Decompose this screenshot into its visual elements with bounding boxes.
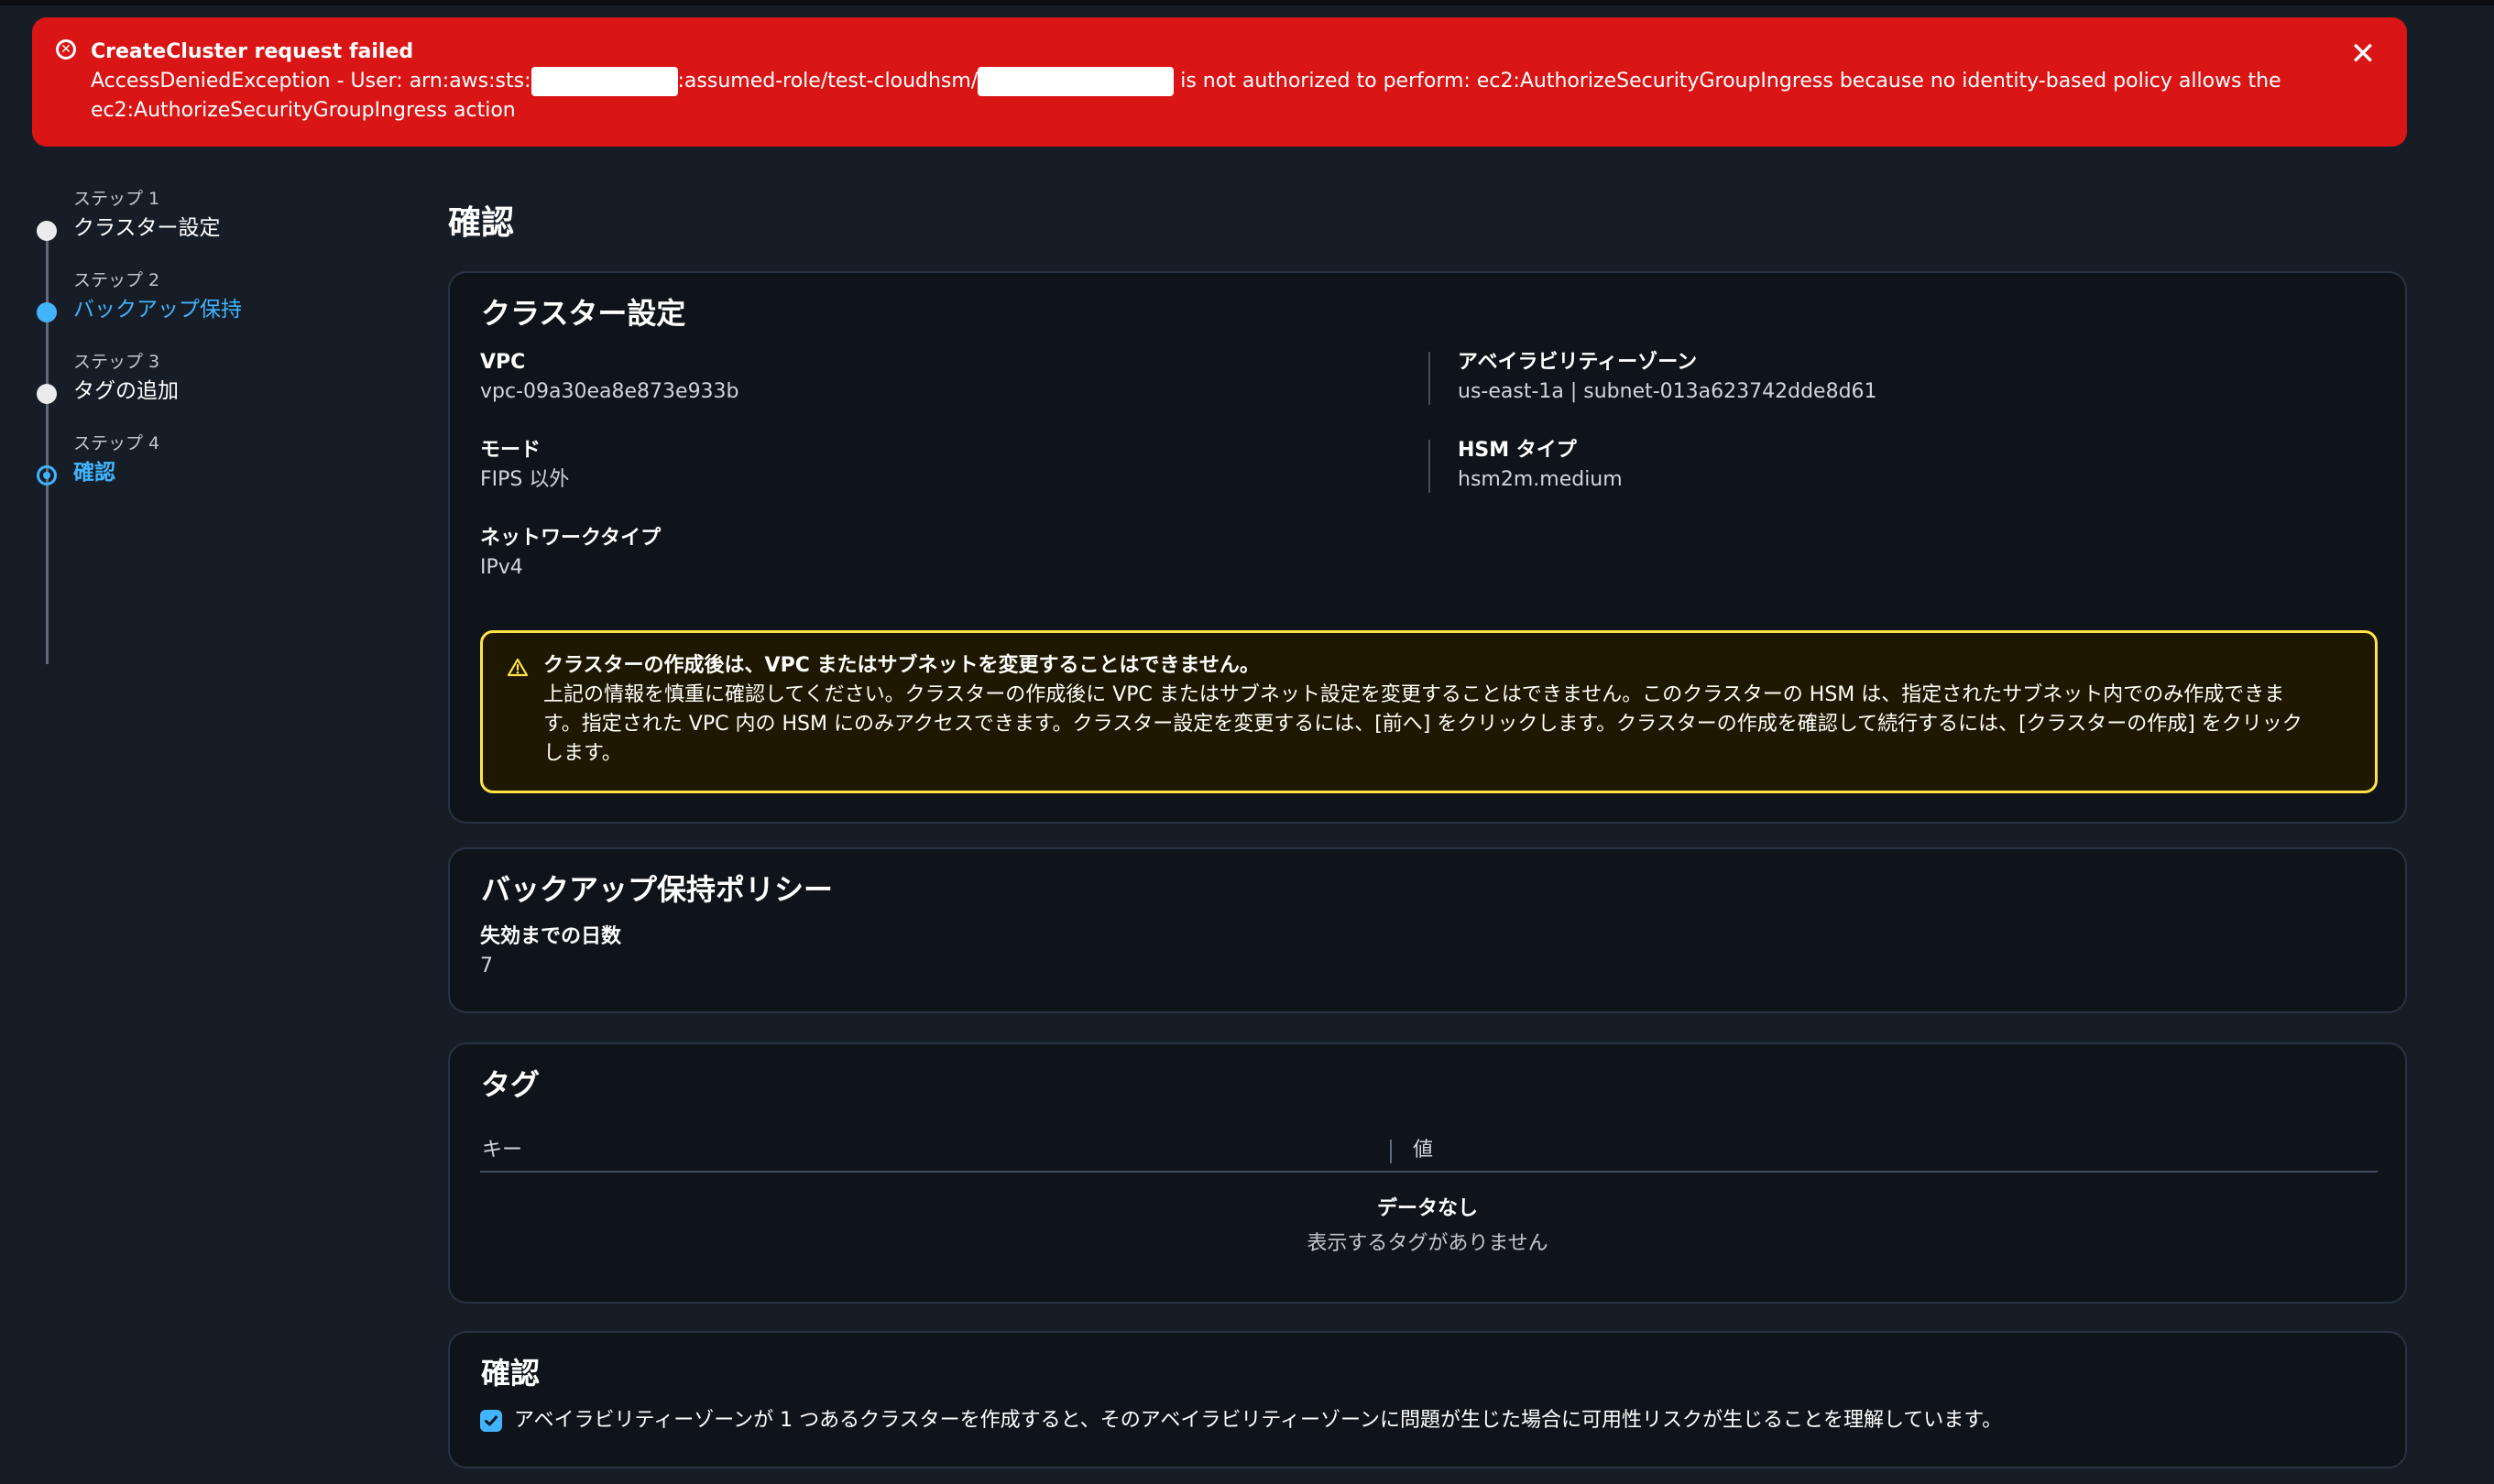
step-label: ステップ 3 (73, 352, 160, 372)
error-icon: ✕ (56, 39, 76, 60)
tags-column-key: キー (482, 1139, 523, 1162)
mode-label: モード (480, 439, 541, 462)
check-icon (485, 1415, 498, 1426)
step-3[interactable]: ステップ 3 タグの追加 (31, 351, 361, 415)
vpc-field: VPC vpc-09a30ea8e873e933b (480, 348, 739, 407)
error-flashbar: ✕ CreateCluster request failed AccessDen… (32, 17, 2407, 147)
vpc-value: vpc-09a30ea8e873e933b (480, 380, 739, 403)
flash-message: AccessDeniedException - User: arn:aws:st… (91, 67, 2385, 96)
step-label: ステップ 2 (73, 270, 160, 290)
acknowledge-checkbox[interactable] (480, 1410, 502, 1432)
flash-message-part3: is not authorized to perform: ec2:Author… (1174, 70, 2281, 93)
top-bar (0, 0, 2494, 5)
step-4: ステップ 4 確認 (31, 432, 361, 496)
backup-retention-title: バックアップ保持ポリシー (481, 872, 834, 907)
step-name[interactable]: クラスター設定 (73, 213, 221, 243)
network-type-label: ネットワークタイプ (480, 527, 662, 550)
close-icon[interactable]: ✕ (2346, 38, 2379, 71)
warning-body-line2: す。指定された VPC 内の HSM にのみアクセスできます。クラスター設定を変… (543, 713, 2303, 736)
empty-state-description: 表示するタグがありません (1307, 1232, 1548, 1255)
acknowledge-label[interactable]: アベイラビリティーゾーンが 1 つあるクラスターを作成すると、そのアベイラビリテ… (514, 1406, 2002, 1435)
step-label: ステップ 4 (73, 433, 160, 453)
availability-zone-field: アベイラビリティーゾーン us-east-1a | subnet-013a623… (1458, 348, 1877, 407)
warning-icon (507, 658, 529, 677)
days-until-expiry-value: 7 (480, 955, 493, 977)
redacted-session-name (978, 67, 1175, 96)
step-name: 確認 (73, 461, 115, 485)
page-title: 確認 (448, 204, 515, 242)
column-resize-divider[interactable] (1390, 1140, 1392, 1163)
hsm-type-label: HSM タイプ (1458, 439, 1577, 462)
step-status-dot (37, 384, 57, 404)
empty-state-title: データなし (1376, 1197, 1478, 1220)
tags-column-value: 値 (1413, 1139, 1434, 1162)
network-type-field: ネットワークタイプ IPv4 (480, 524, 661, 583)
flash-message-part2: :assumed-role/test-cloudhsm/ (677, 70, 979, 93)
tags-card: タグ キー 値 データなし 表示するタグがありません (448, 1042, 2407, 1304)
warning-title: クラスターの作成後は、VPC またはサブネットを変更することはできません。 (543, 654, 1260, 677)
step-1[interactable]: ステップ 1 クラスター設定 (31, 188, 361, 252)
acknowledgement-title: 確認 (481, 1356, 541, 1391)
cluster-settings-title: クラスター設定 (481, 296, 686, 331)
cluster-settings-card: クラスター設定 VPC vpc-09a30ea8e873e933b アベイラビリ… (448, 271, 2407, 824)
step-2[interactable]: ステップ 2 バックアップ保持 (31, 269, 361, 333)
warning-alert: クラスターの作成後は、VPC またはサブネットを変更することはできません。 上記… (480, 630, 2378, 793)
step-status-dot (37, 302, 57, 322)
hsm-type-value: hsm2m.medium (1458, 468, 1623, 491)
column-divider (1428, 440, 1430, 493)
step-name[interactable]: バックアップ保持 (73, 295, 242, 324)
days-until-expiry-field: 失効までの日数 7 (480, 922, 621, 981)
acknowledgement-card: 確認 アベイラビリティーゾーンが 1 つあるクラスターを作成すると、そのアベイラ… (448, 1331, 2407, 1468)
redacted-account-id (531, 67, 678, 96)
flash-title: CreateCluster request failed (91, 40, 414, 63)
step-label: ステップ 1 (73, 189, 160, 209)
step-status-dot (37, 465, 57, 486)
backup-retention-card: バックアップ保持ポリシー 失効までの日数 7 (448, 847, 2407, 1013)
availability-zone-label: アベイラビリティーゾーン (1458, 351, 1698, 374)
step-name[interactable]: タグの追加 (73, 376, 179, 406)
vpc-label: VPC (480, 351, 526, 374)
hsm-type-field: HSM タイプ hsm2m.medium (1458, 436, 1623, 495)
step-status-dot (37, 221, 57, 241)
network-type-value: IPv4 (480, 556, 523, 579)
mode-value: FIPS 以外 (480, 468, 570, 491)
tags-table-header: キー 値 (480, 1127, 2378, 1173)
availability-zone-value: us-east-1a | subnet-013a623742dde8d61 (1458, 380, 1877, 403)
mode-field: モード FIPS 以外 (480, 436, 569, 495)
days-until-expiry-label: 失効までの日数 (480, 925, 622, 948)
warning-body-line1: 上記の情報を慎重に確認してください。クラスターの作成後に VPC またはサブネッ… (543, 683, 2285, 706)
warning-body-line3: します。 (543, 742, 622, 765)
flash-message-line2: ec2:AuthorizeSecurityGroupIngress action (91, 99, 516, 122)
tags-title: タグ (481, 1067, 541, 1102)
flash-message-part1: AccessDeniedException - User: arn:aws:st… (91, 70, 531, 93)
column-divider (1428, 352, 1430, 405)
